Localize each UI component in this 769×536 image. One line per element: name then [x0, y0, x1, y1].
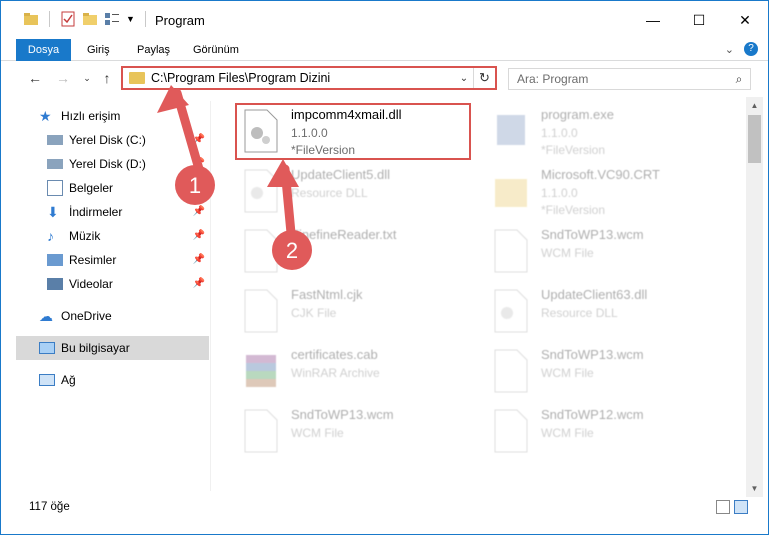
file-item-sndtowp13-c[interactable]: SndToWP13.wcm WCM File	[235, 401, 475, 461]
file-item-microsoft-vc90[interactable]: Microsoft.VC90.CRT 1.1.0.0 *FileVersion	[485, 161, 725, 221]
address-dropdown-icon[interactable]: ⌄	[455, 73, 473, 84]
address-path[interactable]: C:\Program Files\Program Dizini	[151, 71, 455, 85]
drive-icon	[47, 159, 63, 169]
ribbon-tabs: Dosya Giriş Paylaş Görünüm ⌄ ?	[1, 39, 768, 61]
quick-access-toolbar: ▼	[23, 11, 150, 27]
recent-locations-button[interactable]: ⌄	[77, 68, 97, 88]
file-icon	[244, 289, 278, 333]
music-icon: ♪	[47, 228, 54, 244]
view-options-icon[interactable]	[104, 11, 120, 27]
back-button[interactable]: ←	[25, 68, 45, 88]
minimize-button[interactable]: —	[630, 1, 676, 39]
file-item-updateclient5[interactable]: UpdateClient5.dll Resource DLL	[235, 161, 475, 221]
tab-paylas[interactable]: Paylaş	[137, 39, 170, 61]
file-item-sndtowp13-a[interactable]: SndToWP13.wcm WCM File	[485, 221, 725, 281]
archive-icon	[246, 355, 276, 387]
download-icon: ⬇	[47, 204, 59, 220]
details-view-icon[interactable]	[716, 500, 730, 514]
sidebar-item-quick-access[interactable]: ★ Hızlı erişim	[1, 104, 211, 128]
search-icon[interactable]: ⌕	[728, 72, 750, 87]
file-item-fastntml[interactable]: FastNtml.cjk CJK File	[235, 281, 475, 341]
vertical-scrollbar[interactable]: ▲ ▼	[746, 97, 763, 497]
file-item-sndtowp12[interactable]: SndToWP12.wcm WCM File	[485, 401, 725, 461]
sidebar-item-disk-c[interactable]: Yerel Disk (C:) 📌	[1, 128, 211, 152]
properties-icon[interactable]	[60, 11, 76, 27]
folder-icon[interactable]	[23, 11, 39, 27]
scroll-down-icon[interactable]: ▼	[746, 480, 763, 497]
pin-icon[interactable]: 📌	[193, 230, 205, 241]
navigation-pane: ★ Hızlı erişim Yerel Disk (C:) 📌 Yerel D…	[1, 101, 211, 491]
file-icon	[494, 409, 528, 453]
help-icon[interactable]: ?	[744, 42, 758, 56]
pictures-icon	[47, 254, 63, 266]
sidebar-item-resimler[interactable]: Resimler 📌	[1, 248, 211, 272]
tab-gorunum[interactable]: Görünüm	[193, 39, 239, 61]
tab-dosya[interactable]: Dosya	[16, 39, 71, 61]
exe-icon	[497, 115, 525, 145]
sidebar-item-network[interactable]: Ağ	[1, 368, 211, 392]
window-title: Program	[155, 13, 205, 28]
tab-giris[interactable]: Giriş	[87, 39, 110, 61]
sidebar-item-disk-d[interactable]: Yerel Disk (D:) 📌	[1, 152, 211, 176]
customize-toolbar-icon[interactable]: ▼	[126, 14, 135, 24]
sidebar-item-videolar[interactable]: Videolar 📌	[1, 272, 211, 296]
file-icon	[494, 229, 528, 273]
folder-icon	[495, 179, 527, 207]
refresh-button[interactable]: ↻	[473, 68, 495, 88]
new-folder-icon[interactable]	[82, 11, 98, 27]
up-button[interactable]: ↑	[97, 68, 117, 88]
file-item-updateclient63[interactable]: UpdateClient63.dll Resource DLL	[485, 281, 725, 341]
address-bar[interactable]: C:\Program Files\Program Dizini ⌄ ↻	[121, 66, 497, 90]
pin-icon[interactable]: 📌	[193, 206, 205, 217]
item-count: 117 öğe	[29, 501, 70, 513]
maximize-button[interactable]: ☐	[676, 1, 722, 39]
pin-icon[interactable]: 📌	[193, 182, 205, 193]
pin-icon[interactable]: 📌	[193, 254, 205, 265]
file-icon	[494, 349, 528, 393]
videos-icon	[47, 278, 63, 290]
file-item-program-exe[interactable]: program.exe 1.1.0.0 *FileVersion	[485, 101, 725, 161]
forward-button[interactable]: →	[53, 68, 73, 88]
large-icons-view-icon[interactable]	[734, 500, 748, 514]
computer-icon	[39, 342, 55, 354]
documents-icon	[47, 180, 63, 196]
navigation-bar: ← → ⌄ ↑ C:\Program Files\Program Dizini …	[1, 62, 768, 94]
status-bar: 117 öğe	[1, 496, 768, 518]
pin-icon[interactable]: 📌	[193, 158, 205, 169]
close-button[interactable]: ✕	[722, 1, 768, 39]
scrollbar-thumb[interactable]	[748, 115, 761, 163]
file-item-certificates[interactable]: certificates.cab WinRAR Archive	[235, 341, 475, 401]
star-icon: ★	[39, 108, 52, 124]
title-bar: ▼ Program — ☐ ✕	[1, 1, 768, 39]
sidebar-item-onedrive[interactable]: ☁ OneDrive	[1, 304, 211, 328]
dll-icon	[494, 289, 528, 333]
folder-icon	[129, 72, 145, 84]
file-highlight-box	[235, 103, 471, 160]
sidebar-item-belgeler[interactable]: Belgeler 📌	[1, 176, 211, 200]
drive-icon	[47, 135, 63, 145]
file-item-sndtowp13-b[interactable]: SndToWP13.wcm WCM File	[485, 341, 725, 401]
scroll-up-icon[interactable]: ▲	[746, 97, 763, 114]
explorer-window: ▼ Program — ☐ ✕ Dosya Giriş Paylaş Görün…	[0, 0, 769, 535]
pin-icon[interactable]: 📌	[193, 134, 205, 145]
file-icon	[244, 409, 278, 453]
sidebar-item-indirmeler[interactable]: ⬇ İndirmeler 📌	[1, 200, 211, 224]
network-icon	[39, 374, 55, 386]
expand-ribbon-icon[interactable]: ⌄	[725, 43, 734, 56]
file-item-finefinereader[interactable]: FinefineReader.txt	[235, 221, 475, 281]
text-file-icon	[244, 229, 278, 273]
sidebar-item-muzik[interactable]: ♪ Müzik 📌	[1, 224, 211, 248]
dll-icon	[244, 169, 278, 213]
pin-icon[interactable]: 📌	[193, 278, 205, 289]
search-placeholder: Ara: Program	[517, 72, 589, 86]
cloud-icon: ☁	[39, 308, 53, 324]
sidebar-item-this-pc[interactable]: Bu bilgisayar	[16, 336, 209, 360]
search-input[interactable]: Ara: Program ⌕	[508, 68, 751, 90]
